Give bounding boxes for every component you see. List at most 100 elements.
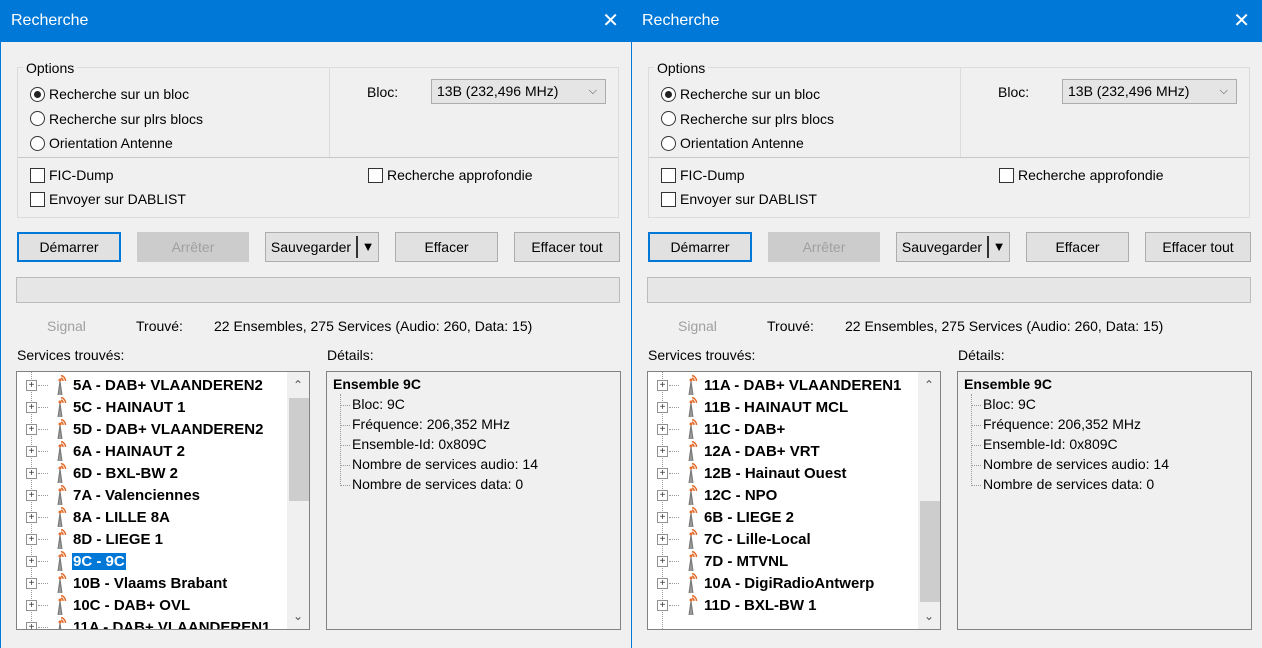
expand-icon[interactable]: + [26, 379, 37, 391]
tree-line [669, 406, 679, 408]
checkbox[interactable] [661, 167, 676, 183]
save-split-button[interactable]: Sauvegarder ▼ [896, 232, 1010, 262]
expand-icon[interactable]: + [657, 577, 668, 589]
tree-item[interactable]: +8D - LIEGE 1 [17, 528, 287, 550]
scrollbar[interactable]: ⌃ ⌄ [918, 372, 940, 629]
radio-button[interactable] [30, 111, 45, 126]
scrollbar-thumb[interactable] [920, 501, 940, 602]
expand-icon[interactable]: + [657, 599, 668, 611]
services-tree[interactable]: +5A - DAB+ VLAANDEREN2 +5C - HAINAUT 1 +5D… [16, 371, 310, 630]
scrollbar-thumb[interactable] [289, 398, 309, 501]
tree-item[interactable]: +7D - MTVNL [648, 550, 918, 572]
expand-icon[interactable]: + [26, 467, 37, 479]
radio-option[interactable]: Recherche sur un bloc [661, 86, 820, 102]
expand-icon[interactable]: + [657, 423, 668, 435]
tree-item[interactable]: +7A - Valenciennes [17, 484, 287, 506]
tree-item[interactable]: +8A - LILLE 8A [17, 506, 287, 528]
expand-icon[interactable]: + [657, 379, 668, 391]
tree-item[interactable]: +11B - HAINAUT MCL [648, 396, 918, 418]
chevron-down-icon[interactable]: ⌄ [918, 605, 940, 627]
tree-item[interactable]: +7C - Lille-Local [648, 528, 918, 550]
close-button[interactable]: ✕ [602, 0, 619, 42]
expand-icon[interactable]: + [26, 555, 37, 567]
tree-item[interactable]: +11A - DAB+ VLAANDEREN1 [648, 374, 918, 396]
start-button[interactable]: Démarrer [648, 232, 752, 262]
checkbox-option[interactable]: Envoyer sur DABLIST [30, 191, 186, 207]
expand-icon[interactable]: + [657, 511, 668, 523]
save-split-button[interactable]: Sauvegarder ▼ [265, 232, 379, 262]
tree-item[interactable]: +11C - DAB+ [648, 418, 918, 440]
expand-icon[interactable]: + [657, 445, 668, 457]
start-button[interactable]: Démarrer [17, 232, 121, 262]
tree-item[interactable]: +6B - LIEGE 2 [648, 506, 918, 528]
radio-button[interactable] [661, 86, 676, 102]
expand-icon[interactable]: + [26, 533, 37, 545]
tree-item[interactable]: +6A - HAINAUT 2 [17, 440, 287, 462]
radio-option[interactable]: Orientation Antenne [30, 135, 173, 151]
checkbox[interactable] [30, 191, 45, 207]
chevron-up-icon[interactable]: ⌃ [918, 374, 940, 396]
radio-button[interactable] [661, 111, 676, 126]
tree-item[interactable]: +5C - HAINAUT 1 [17, 396, 287, 418]
stop-button[interactable]: Arrêter [768, 232, 880, 262]
tree-item[interactable]: +10C - DAB+ OVL [17, 594, 287, 616]
expand-icon[interactable]: + [26, 445, 37, 457]
expand-icon[interactable]: + [26, 489, 37, 501]
checkbox[interactable] [368, 167, 383, 183]
expand-icon[interactable]: + [26, 577, 37, 589]
checkbox[interactable] [661, 191, 676, 207]
dropdown-arrow-icon[interactable]: ▼ [358, 233, 378, 261]
checkbox-option[interactable]: Envoyer sur DABLIST [661, 191, 817, 207]
tree-item[interactable]: +5A - DAB+ VLAANDEREN2 [17, 374, 287, 396]
checkbox-option[interactable]: Recherche approfondie [999, 167, 1164, 183]
checkbox-option[interactable]: Recherche approfondie [368, 167, 533, 183]
expand-icon[interactable]: + [657, 467, 668, 479]
tree-item[interactable]: +9C - 9C [17, 550, 287, 572]
expand-icon[interactable]: + [26, 423, 37, 435]
expand-icon[interactable]: + [657, 533, 668, 545]
stop-button[interactable]: Arrêter [137, 232, 249, 262]
tree-item[interactable]: +6D - BXL-BW 2 [17, 462, 287, 484]
tree-item[interactable]: +12B - Hainaut Ouest [648, 462, 918, 484]
tree-item[interactable]: +10A - DigiRadioAntwerp [648, 572, 918, 594]
expand-icon[interactable]: + [657, 555, 668, 567]
tree-item[interactable]: +12A - DAB+ VRT [648, 440, 918, 462]
tree-item[interactable]: +11A - DAB+ VLAANDEREN1 [17, 616, 287, 629]
checkbox-option[interactable]: FIC-Dump [30, 167, 114, 183]
radio-button[interactable] [30, 86, 45, 102]
radio-option[interactable]: Recherche sur plrs blocs [30, 111, 203, 127]
tree-item[interactable]: +10B - Vlaams Brabant [17, 572, 287, 594]
expand-icon[interactable]: + [26, 599, 37, 611]
chevron-down-icon[interactable]: ⌄ [287, 605, 309, 627]
bloc-select[interactable]: 13B (232,496 MHz) ⌵ [1062, 79, 1237, 104]
expand-icon[interactable]: + [26, 401, 37, 413]
radio-option[interactable]: Orientation Antenne [661, 135, 804, 151]
checkbox-option[interactable]: FIC-Dump [661, 167, 745, 183]
services-tree[interactable]: +11A - DAB+ VLAANDEREN1 +11B - HAINAUT MC… [647, 371, 941, 630]
scrollbar[interactable]: ⌃ ⌄ [287, 372, 309, 629]
clear-button[interactable]: Effacer [395, 232, 498, 262]
save-button[interactable]: Sauvegarder [897, 236, 989, 258]
expand-icon[interactable]: + [657, 489, 668, 501]
expand-icon[interactable]: + [657, 401, 668, 413]
radio-option[interactable]: Recherche sur un bloc [30, 86, 189, 102]
clear-all-button[interactable]: Effacer tout [514, 232, 620, 262]
expand-icon[interactable]: + [26, 621, 37, 629]
clear-button[interactable]: Effacer [1026, 232, 1129, 262]
radio-button[interactable] [30, 135, 45, 151]
dropdown-arrow-icon[interactable]: ▼ [989, 233, 1009, 261]
clear-all-button[interactable]: Effacer tout [1145, 232, 1251, 262]
details-title: Ensemble 9C [333, 376, 421, 392]
close-button[interactable]: ✕ [1233, 0, 1250, 42]
checkbox[interactable] [999, 167, 1014, 183]
radio-button[interactable] [661, 135, 676, 151]
radio-option[interactable]: Recherche sur plrs blocs [661, 111, 834, 127]
expand-icon[interactable]: + [26, 511, 37, 523]
bloc-select[interactable]: 13B (232,496 MHz) ⌵ [431, 79, 606, 104]
chevron-up-icon[interactable]: ⌃ [287, 374, 309, 396]
save-button[interactable]: Sauvegarder [266, 236, 358, 258]
tree-item[interactable]: +5D - DAB+ VLAANDEREN2 [17, 418, 287, 440]
tree-item[interactable]: +11D - BXL-BW 1 [648, 594, 918, 616]
tree-item[interactable]: +12C - NPO [648, 484, 918, 506]
checkbox[interactable] [30, 167, 45, 183]
